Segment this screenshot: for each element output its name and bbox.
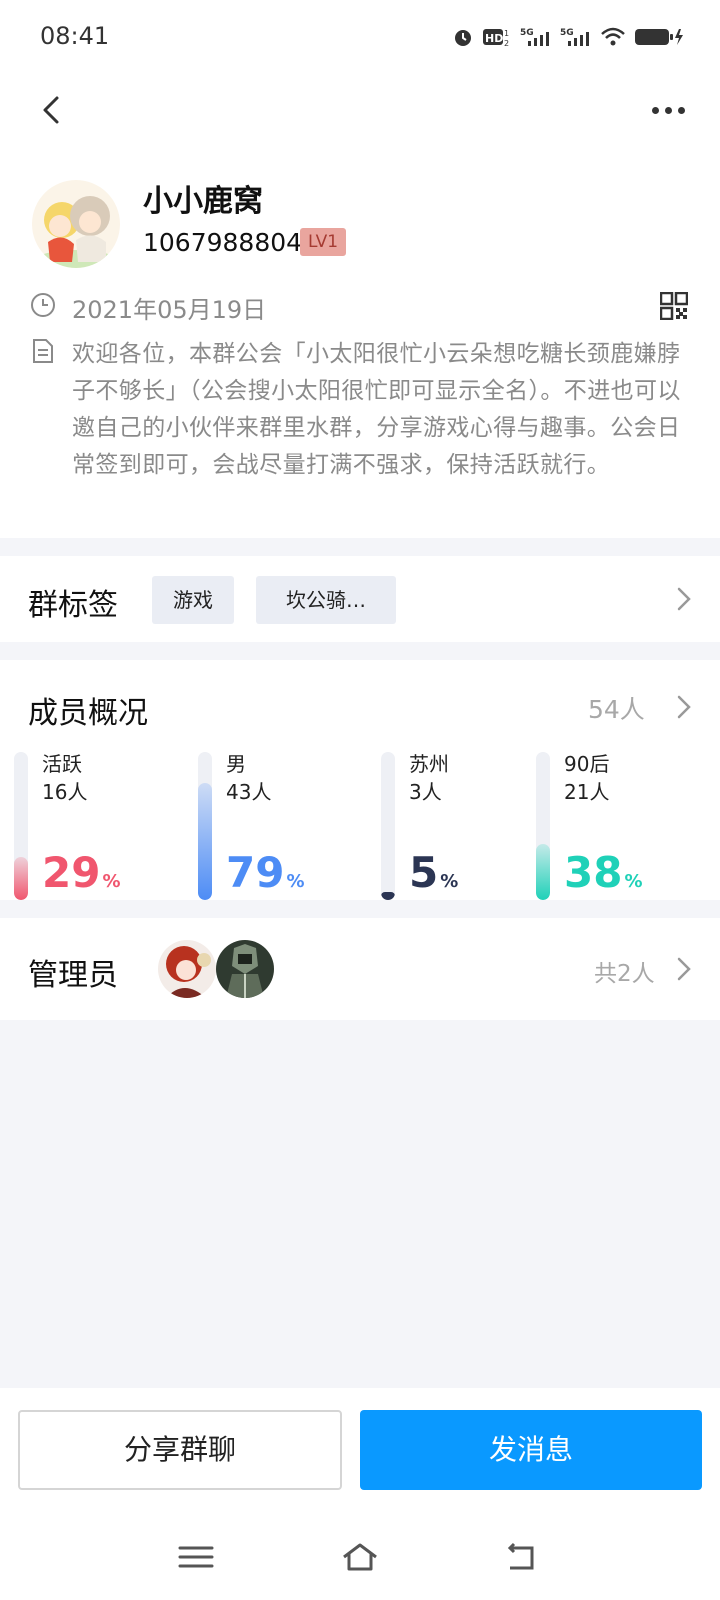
dot-icon [664,106,672,114]
qr-code-icon[interactable] [660,292,688,320]
signal-5g-icon: 5G [560,28,589,46]
menu-icon[interactable] [176,1540,216,1574]
stat-active: 活跃 16人 29% [14,752,184,902]
create-date: 2021年05月19日 [72,296,267,324]
admin-avatar[interactable] [216,940,274,998]
dot-icon [651,106,659,114]
group-intro: 欢迎各位，本群公会「小太阳很忙小云朵想吃糖长颈鹿嫌脖子不够长」（公会搜小太阳很忙… [72,341,681,478]
chevron-right-icon [677,587,691,611]
stat-percent: 29% [42,848,121,897]
stat-gender: 男 43人 79% [198,752,368,902]
stat-label: 90后 [564,752,610,776]
back-button[interactable] [30,88,74,132]
percent-sign: % [102,871,121,892]
tag-item[interactable]: 坎公骑… [256,576,396,624]
hd-icon: HD 12 [483,29,509,48]
battery-icon [635,29,683,45]
stat-count: 16人 [42,780,88,804]
stat-bar [536,752,550,900]
tag-item[interactable]: 游戏 [152,576,234,624]
stat-percent-value: 29 [42,848,101,897]
stat-percent: 79% [226,848,305,897]
stat-percent-value: 79 [226,848,285,897]
share-group-button[interactable]: 分享群聊 [18,1410,342,1490]
status-time: 08:41 [40,22,110,50]
back-nav-icon[interactable] [502,1540,542,1574]
admins-count: 共2人 [594,961,655,987]
percent-sign: % [440,871,459,892]
dot-icon [677,106,685,114]
group-profile-card: 小小鹿窝 1067988804 LV1 2021年05月19日 欢迎各位，本群公… [0,140,720,538]
chevron-right-icon [677,695,691,719]
chevron-right-icon [677,957,691,981]
svg-text:HD: HD [485,32,503,45]
alarm-icon [455,30,471,46]
bottom-action-bar: 分享群聊 发消息 [0,1388,720,1514]
document-icon [33,339,53,363]
stat-label: 男 [226,752,246,776]
stat-bar-fill [14,857,28,900]
group-id: 1067988804 [143,228,303,257]
send-message-button[interactable]: 发消息 [360,1410,702,1490]
svg-text:2: 2 [504,39,509,48]
stat-age: 90后 21人 38% [536,752,706,902]
stat-percent: 5% [409,848,458,897]
stat-bar [381,752,395,900]
svg-text:5G: 5G [520,28,534,38]
members-title: 成员概况 [28,696,148,731]
admin-avatar[interactable] [158,940,216,998]
clock-icon [31,293,55,317]
stat-bar-fill [536,844,550,900]
system-nav-bar [0,1514,720,1600]
level-badge: LV1 [300,228,347,256]
admins-row[interactable]: 管理员 共2人 [0,918,720,1020]
admins-title: 管理员 [28,958,118,993]
home-icon[interactable] [340,1540,380,1574]
stat-bar-fill [381,892,395,900]
stat-bar [14,752,28,900]
svg-text:5G: 5G [560,28,574,38]
header [0,80,720,140]
svg-text:1: 1 [504,29,509,38]
status-icons: HD 1 2 5G 5G [452,26,684,48]
group-tags-row[interactable]: 群标签 游戏 坎公骑… [0,556,720,642]
stat-percent-value: 5 [409,848,439,897]
status-bar: 08:41 HD 1 2 5G 5G [0,0,720,80]
stat-label: 苏州 [409,752,449,776]
stat-label: 活跃 [42,752,82,776]
stat-location: 苏州 3人 5% [381,752,551,902]
signal-5g-icon: 5G [520,28,549,46]
stat-bar-fill [198,783,212,900]
stat-count: 3人 [409,780,442,804]
stat-count: 43人 [226,780,272,804]
more-options-button[interactable] [646,88,690,132]
stat-count: 21人 [564,780,610,804]
group-avatar[interactable] [32,180,120,268]
stat-percent-value: 38 [564,848,623,897]
stat-percent: 38% [564,848,643,897]
members-count: 54人 [588,695,645,724]
percent-sign: % [286,871,305,892]
group-name: 小小鹿窝 [143,184,263,219]
wifi-icon [601,27,625,46]
stat-bar [198,752,212,900]
tags-title: 群标签 [28,588,118,623]
percent-sign: % [624,871,643,892]
members-overview[interactable]: 成员概况 54人 活跃 16人 29% 男 43人 79% 苏州 3人 5% 9… [0,660,720,900]
